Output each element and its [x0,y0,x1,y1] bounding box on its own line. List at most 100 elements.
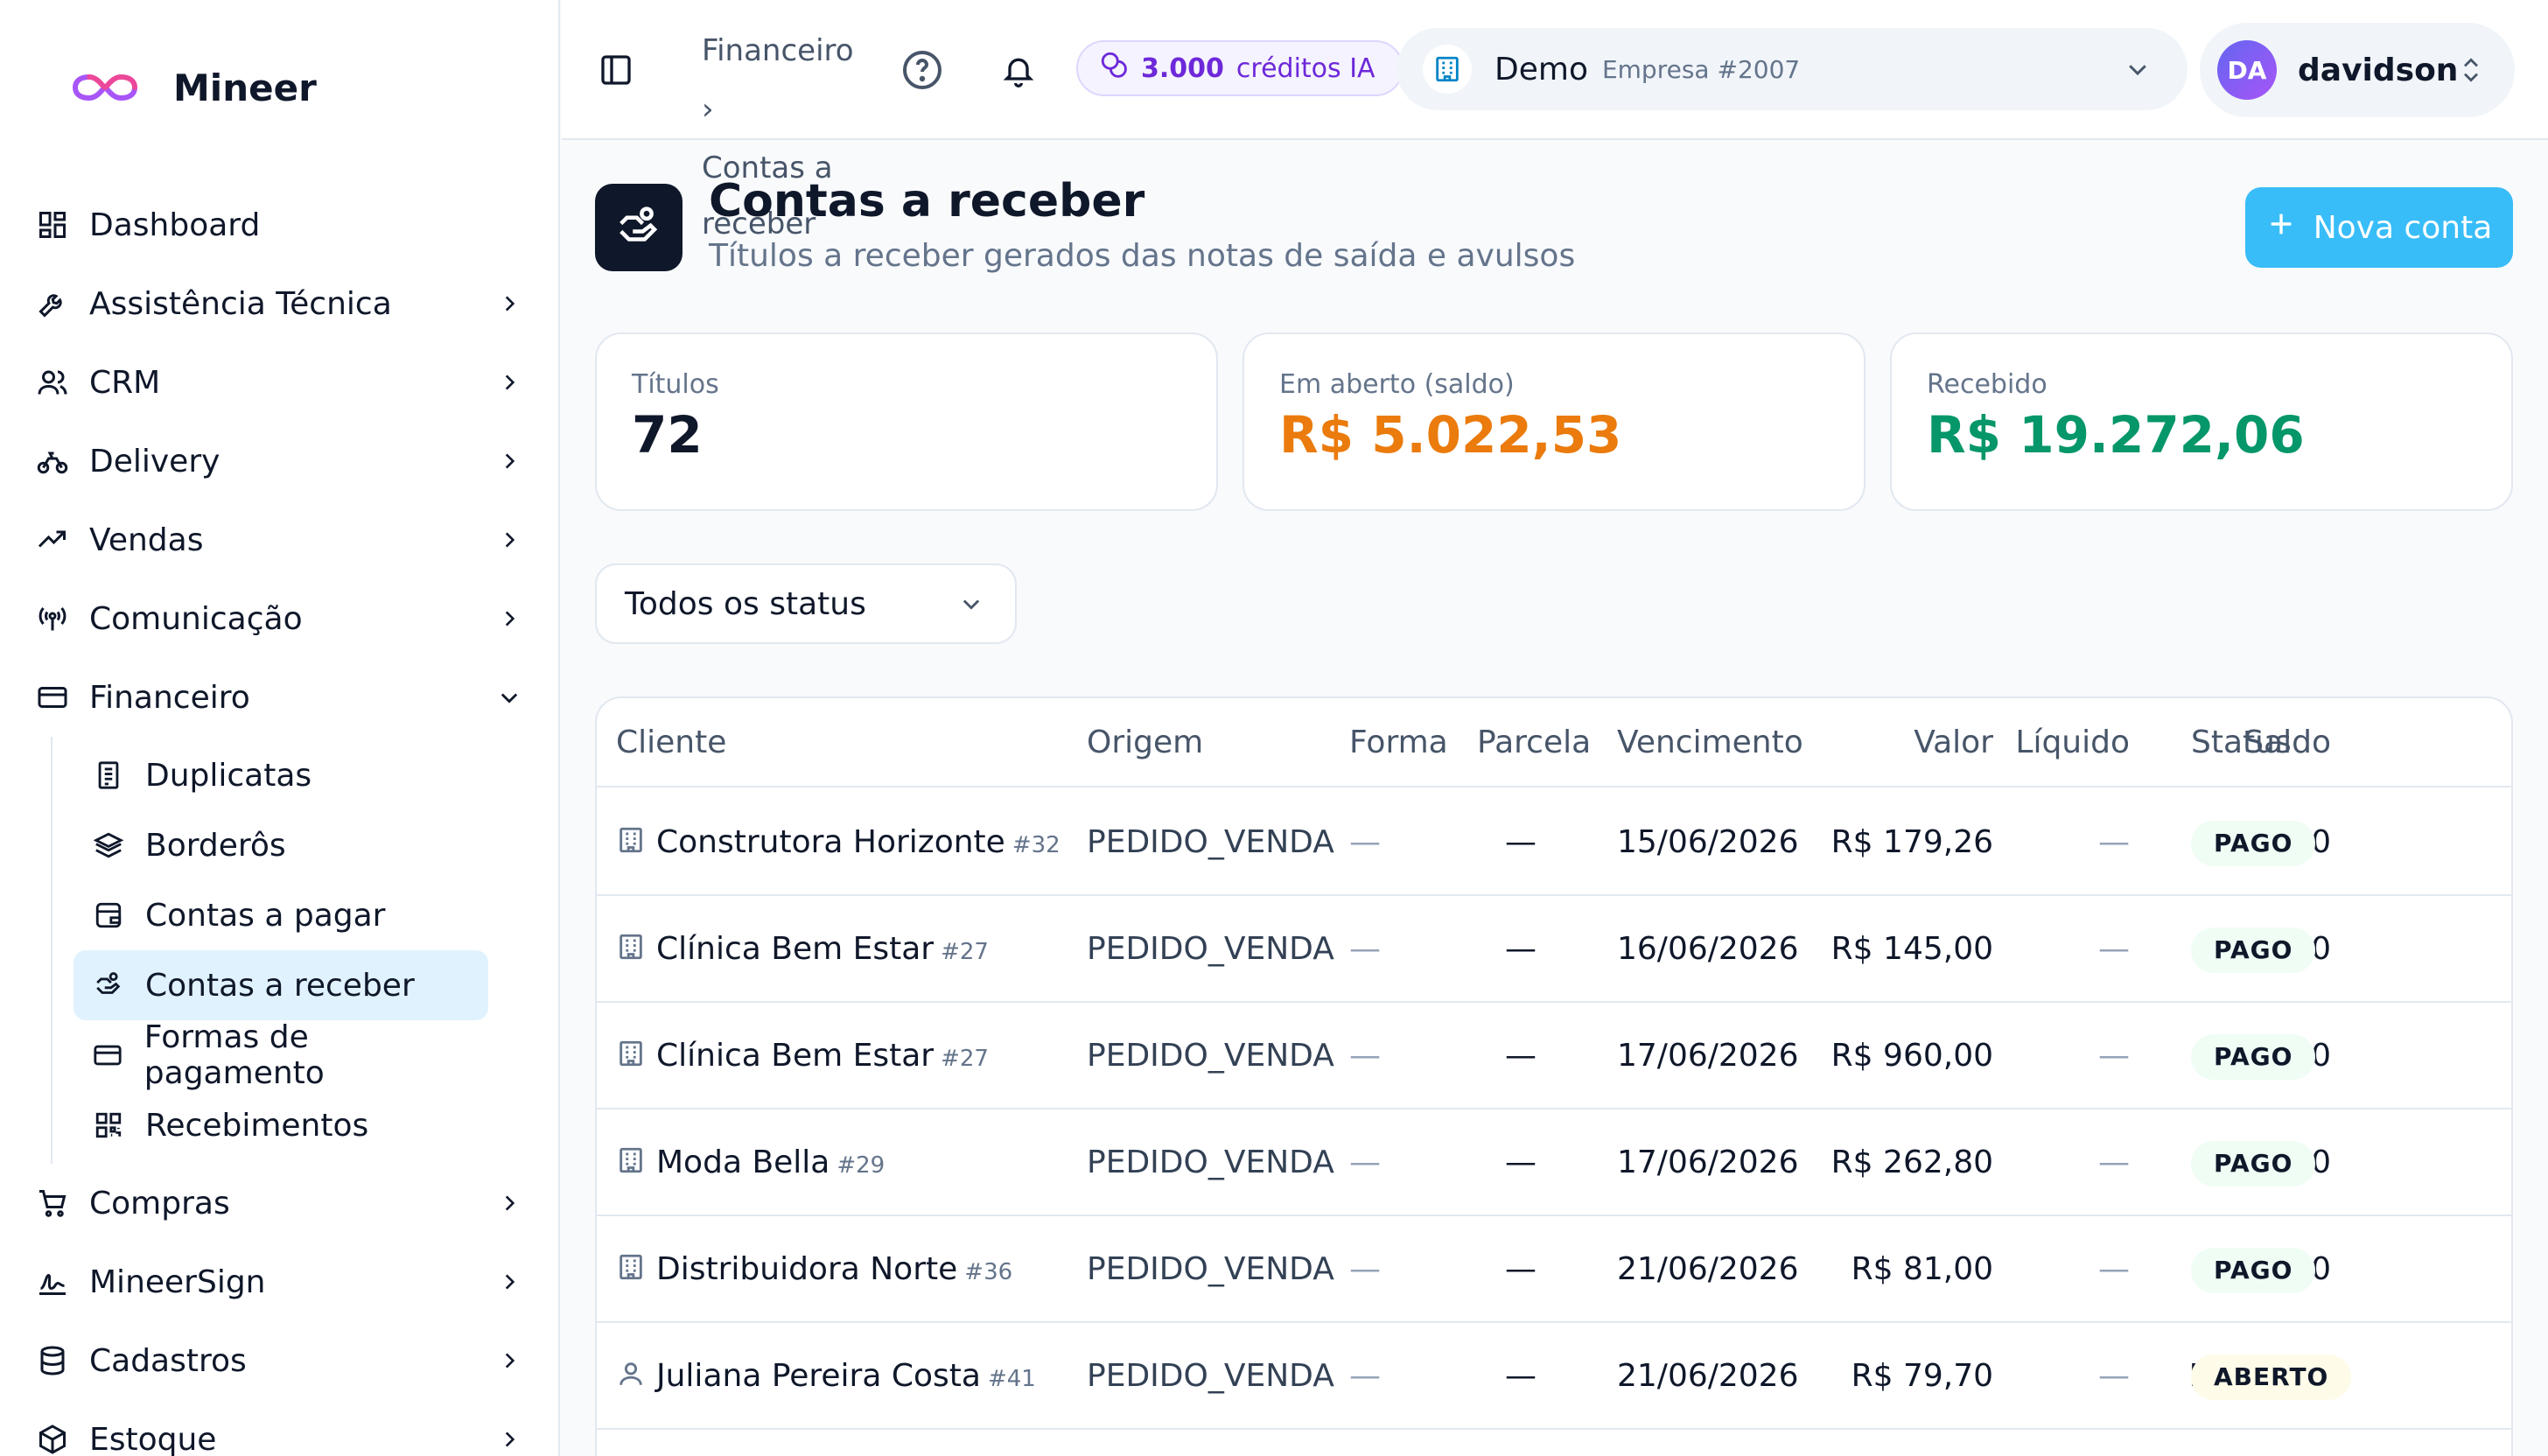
cell-liquido: — [2098,1144,2130,1180]
cell-origem: PEDIDO_VENDA [1087,1358,1334,1394]
table-row[interactable]: Juliana Pereira Costa #41 PEDIDO_VENDA — — 21… [597,1323,2511,1430]
hand-coins-icon [91,968,126,1003]
col-header-liquido[interactable]: Líquido [2015,698,2130,788]
chevron-right-icon [495,368,523,396]
chevrons-up-down-icon [2457,52,2485,88]
cell-cliente[interactable]: Construtora Horizonte #32 [616,789,1060,896]
avatar: DA [2217,40,2277,100]
financeiro-subnav: Duplicatas Borderôs Contas a pagar Conta… [51,737,560,1164]
sidebar-item-recebimentos[interactable]: Recebimentos [74,1090,488,1160]
cell-valor: R$ 960,00 [1830,1038,1993,1074]
status-badge: PAGO [2191,1248,2316,1293]
credits-label: créditos IA [1236,52,1376,84]
user-menu[interactable]: DA davidson [2200,23,2515,117]
sidebar-item-label: Vendas [89,522,204,558]
cell-vencimento: 21/06/2026 [1617,1251,1799,1287]
building-icon [616,1252,646,1282]
cell-cliente[interactable]: Clínica Bem Estar #27 [616,1003,989,1110]
table-row[interactable]: Moda Bella #29 PEDIDO_VENDA — — 17/06/2026 R$ … [597,1110,2511,1216]
sidebar-item-estoque[interactable]: Estoque [0,1400,560,1456]
col-header-origem[interactable]: Origem [1087,698,1203,788]
layers-icon [91,828,126,863]
cell-parcela: — [1505,1038,1536,1074]
sidebar-item-contas-pagar[interactable]: Contas a pagar [74,880,488,950]
client-name: Construtora Horizonte [656,824,1005,860]
col-header-status[interactable]: Status [2191,698,2292,788]
cell-liquido: — [2098,824,2130,860]
client-id: #27 [941,939,989,965]
cart-icon [35,1186,70,1221]
sidebar-item-mineersign[interactable]: MineerSign [0,1242,560,1321]
sidebar-item-assistencia[interactable]: Assistência Técnica [0,264,560,343]
cell-cliente[interactable]: Distribuidora Norte #36 [616,1216,1012,1323]
sidebar: Mineer Dashboard Assistência Técnica CRM… [0,0,560,1456]
sidebar-item-crm[interactable]: CRM [0,343,560,422]
chevron-down-icon [957,590,985,618]
sidebar-item-label: Formas de pagamento [144,1019,325,1091]
chevron-right-icon [495,605,523,633]
sidebar-item-label: Contas a pagar [145,897,386,934]
table-row[interactable]: Clínica Bem Estar #27 PEDIDO_VENDA — — 17/06/… [597,1003,2511,1110]
table-row[interactable]: Clínica Bem Estar #27 PEDIDO_VENDA — — 16/06/… [597,896,2511,1003]
col-header-valor[interactable]: Valor [1914,698,1993,788]
bike-icon [35,444,70,479]
sidebar-item-label: Financeiro [89,679,250,716]
sidebar-item-label: Recebimentos [145,1107,369,1144]
company-selector[interactable]: Demo Empresa #2007 [1396,28,2188,110]
building-icon [616,1145,646,1175]
user-icon [616,1359,646,1389]
cell-cliente[interactable]: Moda Bella #29 [616,1110,885,1216]
client-name: Distribuidora Norte [656,1251,958,1287]
bell-icon[interactable] [998,49,1040,91]
col-header-cliente[interactable]: Cliente [616,698,726,788]
trend-icon [35,522,70,557]
cell-forma: — [1349,1038,1381,1074]
sidebar-toggle-icon[interactable] [597,51,635,89]
sidebar-item-financeiro[interactable]: Financeiro [0,658,560,737]
new-account-button[interactable]: Nova conta [2245,187,2513,268]
sidebar-item-borderos[interactable]: Borderôs [74,810,488,880]
sidebar-item-cadastros[interactable]: Cadastros [0,1321,560,1400]
client-id: #32 [1012,832,1060,858]
ai-credits-badge[interactable]: 3.000 créditos IA [1076,40,1404,96]
box-icon [35,1422,70,1456]
cell-valor: R$ 179,26 [1830,824,1993,860]
client-name: Clínica Bem Estar [656,1038,934,1074]
table-row[interactable]: Distribuidora Norte #36 PEDIDO_VENDA — — 21/0… [597,1216,2511,1323]
building-icon [616,1039,646,1068]
chevron-right-icon [495,1425,523,1453]
sidebar-item-delivery[interactable]: Delivery [0,422,560,500]
col-header-vencimento[interactable]: Vencimento [1617,698,1803,788]
sidebar-nav: Dashboard Assistência Técnica CRM Delive… [0,186,560,1456]
users-icon [35,365,70,400]
help-icon[interactable] [900,47,945,93]
sidebar-item-formas-pagamento[interactable]: Formas de pagamento [74,1019,488,1091]
cell-liquido: — [2098,931,2130,967]
sidebar-item-duplicatas[interactable]: Duplicatas [74,740,488,810]
table-row[interactable]: Construtora Horizonte #32 PEDIDO_VENDA — — 15… [597,789,2511,896]
brand[interactable]: Mineer [70,56,317,119]
sidebar-item-compras[interactable]: Compras [0,1164,560,1242]
status-filter-select[interactable]: Todos os status [595,564,1017,644]
cell-cliente[interactable]: Clínica Bem Estar #27 [616,896,989,1003]
breadcrumb-parent[interactable]: Financeiro [702,33,854,68]
sidebar-item-dashboard[interactable]: Dashboard [0,186,560,264]
new-account-label: Nova conta [2313,209,2493,246]
cell-cliente[interactable]: Juliana Pereira Costa #41 [616,1323,1036,1430]
sidebar-item-comunicacao[interactable]: Comunicação [0,579,560,658]
top-header: Financeiro › Contas a receber 3.000 créd… [562,0,2548,242]
breadcrumb-separator: › [702,92,714,127]
sidebar-item-label: Estoque [89,1421,217,1456]
sidebar-item-vendas[interactable]: Vendas [0,500,560,579]
wrench-icon [35,286,70,321]
client-name: Juliana Pereira Costa [656,1358,981,1394]
sidebar-item-contas-receber[interactable]: Contas a receber [74,950,488,1020]
col-header-forma[interactable]: Forma [1349,698,1448,788]
col-header-parcela[interactable]: Parcela [1477,698,1591,788]
cell-parcela: — [1505,824,1536,860]
sidebar-item-label: Compras [89,1185,230,1222]
database-icon [35,1343,70,1378]
stat-card-recebido: Recebido R$ 19.272,06 [1890,332,2513,511]
building-icon [616,825,646,855]
cell-liquido: — [2098,1038,2130,1074]
